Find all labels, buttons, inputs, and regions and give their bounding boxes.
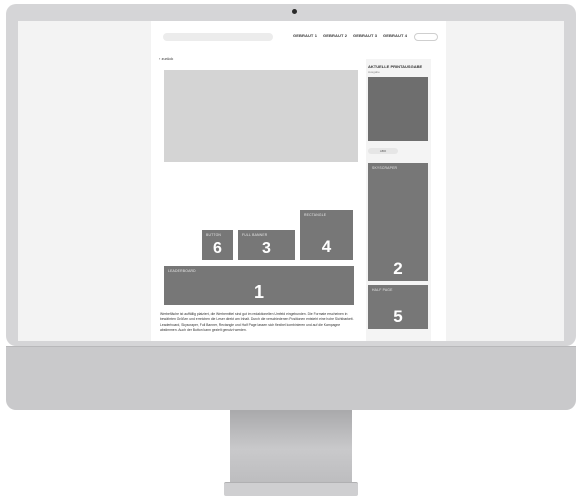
ad-box-label: RECTANGLE [304,213,327,217]
article-text: Werbefläche ist auffällig platziert, die… [160,312,354,333]
ad-box-number: 4 [321,237,332,256]
ad-box-skyscraper[interactable]: SKYSCRAPER 2 [368,163,428,281]
subscribe-pill[interactable]: ABO [368,148,398,154]
ad-box-number: 6 [213,240,222,257]
ad-box-label: HALF PAGE [372,288,393,292]
ad-box-label: FULL BANNER [242,233,268,237]
sidebar-subtitle: Ausgabe [368,70,380,74]
nav-link-4[interactable]: GEBRAUT 4 [383,33,407,38]
ad-box-button[interactable]: BUTTON 6 [202,230,233,260]
sidebar-title: AKTUELLE PRINTAUSGABE [368,64,423,69]
ad-box-label: BUTTON [206,233,222,237]
ad-box-number: 1 [253,282,264,302]
ad-box-number: 3 [262,240,271,257]
nav-link-3[interactable]: GEBRAUT 3 [353,33,377,38]
back-link[interactable]: ‹ zurück [159,56,173,61]
nav-link-2[interactable]: GEBRAUT 2 [323,33,347,38]
hero-image [164,70,358,162]
imac-chin [6,346,576,410]
ad-box-leaderboard[interactable]: LEADERBOARD 1 [164,266,354,305]
ad-box-half-page[interactable]: HALF PAGE 5 [368,285,428,329]
nav-link-1[interactable]: GEBRAUT 1 [293,33,317,38]
ad-box-full-banner[interactable]: FULL BANNER 3 [238,230,295,260]
back-link-label: ‹ zurück [159,56,174,61]
top-navigation: GEBRAUT 1 GEBRAUT 2 GEBRAUT 3 GEBRAUT 4 [151,29,446,45]
nav-button[interactable] [414,33,438,41]
ad-box-number: 2 [393,259,403,278]
nav-links: GEBRAUT 1 GEBRAUT 2 GEBRAUT 3 GEBRAUT 4 [293,33,407,38]
ad-box-number: 5 [393,307,403,326]
ad-box-rectangle[interactable]: RECTANGLE 4 [300,210,353,260]
imac-foot [224,482,358,496]
print-issue-cover[interactable] [368,77,428,141]
ad-box-label: SKYSCRAPER [372,166,398,170]
camera-icon [292,9,297,14]
screen: GEBRAUT 1 GEBRAUT 2 GEBRAUT 3 GEBRAUT 4 … [18,21,564,341]
imac-stand [230,410,352,482]
ad-box-label: LEADERBOARD [168,269,196,273]
search-input[interactable] [163,33,273,41]
